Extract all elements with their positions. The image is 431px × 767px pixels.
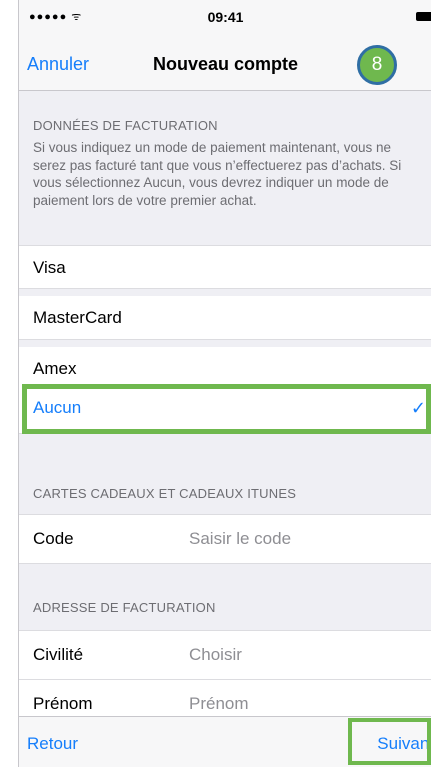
checkmark-icon: ✓ bbox=[410, 398, 426, 418]
bottom-toolbar: Retour Suivant bbox=[19, 716, 431, 767]
battery-icon bbox=[416, 12, 431, 21]
civility-select[interactable]: Choisir bbox=[189, 645, 242, 665]
payment-option-label: Amex bbox=[33, 359, 77, 378]
payment-option-label: Visa bbox=[33, 258, 66, 277]
address-section-title: ADRESSE DE FACTURATION bbox=[33, 600, 216, 615]
billing-section-title: DONNÉES DE FACTURATION bbox=[33, 118, 218, 133]
phone-screen: ●●●●● ᯤ 09:41 Annuler Nouveau compte 8 D… bbox=[18, 0, 431, 767]
first-name-input[interactable]: Prénom bbox=[189, 694, 249, 714]
back-button[interactable]: Retour bbox=[27, 734, 78, 754]
gift-code-input[interactable]: Saisir le code bbox=[189, 529, 291, 549]
payment-option-label: MasterCard bbox=[33, 308, 122, 327]
payment-option-aucun[interactable]: Aucun ✓ bbox=[19, 384, 431, 434]
step-number-badge: 8 bbox=[357, 45, 397, 85]
gift-section-header: CARTES CADEAUX ET CADEAUX ITUNES bbox=[19, 486, 431, 501]
civility-label: Civilité bbox=[33, 645, 84, 664]
gift-section-title: CARTES CADEAUX ET CADEAUX ITUNES bbox=[33, 486, 297, 501]
billing-section-description: Si vous indiquez un mode de paiement mai… bbox=[33, 140, 402, 208]
navigation-bar: Annuler Nouveau compte 8 bbox=[19, 40, 431, 91]
gift-code-row[interactable]: Code Saisir le code bbox=[19, 514, 431, 564]
status-bar: ●●●●● ᯤ 09:41 bbox=[19, 0, 431, 40]
payment-option-mastercard[interactable]: MasterCard bbox=[19, 296, 431, 340]
payment-option-label: Aucun bbox=[33, 398, 82, 417]
gift-code-label: Code bbox=[33, 529, 74, 548]
address-section-header: ADRESSE DE FACTURATION bbox=[19, 600, 431, 615]
status-time: 09:41 bbox=[207, 9, 244, 25]
billing-section-header: DONNÉES DE FACTURATION Si vous indiquez … bbox=[19, 118, 431, 209]
first-name-label: Prénom bbox=[33, 694, 93, 713]
civility-row[interactable]: Civilité Choisir bbox=[19, 630, 431, 680]
payment-option-visa[interactable]: Visa bbox=[19, 245, 431, 289]
next-button[interactable]: Suivant bbox=[377, 734, 431, 754]
